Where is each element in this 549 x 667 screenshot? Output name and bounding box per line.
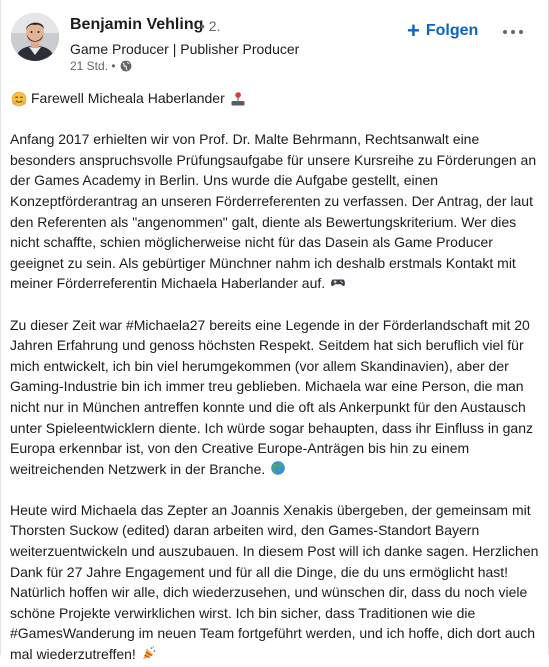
text-line: besonders anspruchsvolle Prüfungsaufgabe… [10,151,537,168]
joystick-icon [230,91,245,106]
text-line: geeignet zu sein. Als gebürtiger Münchne… [10,254,516,271]
text-line: weitreichenden Netzwerk in der Branche. [10,460,266,477]
dot-icon [503,30,507,34]
text-line: der Games Academy in Berlin. Uns wurde d… [10,172,439,189]
follow-button[interactable]: + Folgen [401,18,484,44]
text-line: nicht nur in München antreffen konnte un… [10,398,526,415]
text-line: Thorsten Suckow (edited) daran arbeiten … [10,522,480,539]
hugging-face-icon [11,91,27,107]
text-line-with-emoji: weitreichenden Netzwerk in der Branche. [10,459,540,480]
text-line: nicht schaffte, schien möglicherweise ni… [10,234,493,251]
text-line: mal wiederzutreffen! [10,646,136,663]
post-time: 21 Std. • [70,59,116,73]
dot-icon [511,30,515,34]
text-line: unter Spieleentwicklern diente. Ich würd… [10,419,533,436]
more-options-button[interactable] [496,20,530,44]
paragraph-2: Zu dieser Zeit war #Michaela27 bereits e… [10,315,540,480]
globe-europe-icon [270,460,285,475]
text-line: Natürlich hoffen wir alle, dich wiederzu… [10,584,528,601]
text-line-with-emoji: mal wiederzutreffen! [10,644,540,665]
text-line: Dank für 27 Jahre Engagement und für all… [10,563,509,580]
avatar-photo [11,13,59,61]
text-line: Gaming-Industrie bin ich immer treu gebl… [10,378,524,395]
text-line: weiterzuentwickeln und auszubauen. In di… [10,543,539,560]
globe-icon [120,60,132,72]
follow-label: Folgen [425,22,479,39]
paragraph-1: Anfang 2017 erhielten wir von Prof. Dr. … [10,129,540,294]
text-line: schöne Projekte verwirklichen wirst. Ich… [10,604,476,621]
text-line: Konzeptförderantrag an unseren Förderref… [10,192,533,209]
game-controller-icon [330,274,345,289]
text-line: mich entwickelt, ich bin viel herumgekom… [10,357,509,374]
text-line: den Referenten als "angenommen" galt, di… [10,213,517,230]
connection-degree: • 2. [200,18,221,34]
text-line: Anfang 2017 erhielten wir von Prof. Dr. … [10,131,480,148]
post-title: Farewell Micheala Haberlander [31,90,225,106]
text-line: Zu dieser Zeit war #Michaela27 bereits e… [10,316,530,333]
text-line: Europa erkennbar ist, von den Creative E… [10,440,470,457]
text-line: Jahren Erfahrung und genoss höchsten Res… [10,337,524,354]
text-line-with-emoji: meiner Förderreferentin Michaela Haberla… [10,273,540,294]
paragraph-3: Heute wird Michaela das Zepter an Joanni… [10,500,540,665]
avatar[interactable] [11,13,59,61]
feed-post: Benjamin Vehling • 2. Game Producer | Pu… [0,0,549,662]
text-line: meiner Förderreferentin Michaela Haberla… [10,275,326,292]
author-name[interactable]: Benjamin Vehling [70,16,203,34]
plus-icon: + [407,18,420,43]
post-body: Farewell Micheala Haberlander Anfang 201… [10,88,540,665]
author-headline: Game Producer | Publisher Producer [70,41,300,57]
text-line: #GamesWanderung im neuen Team fortgeführ… [10,625,536,642]
text-line: Heute wird Michaela das Zepter an Joanni… [10,501,531,518]
party-popper-icon [141,645,156,660]
post-meta: 21 Std. • [70,59,132,73]
dot-icon [519,30,523,34]
post-title-line: Farewell Micheala Haberlander [10,88,540,109]
